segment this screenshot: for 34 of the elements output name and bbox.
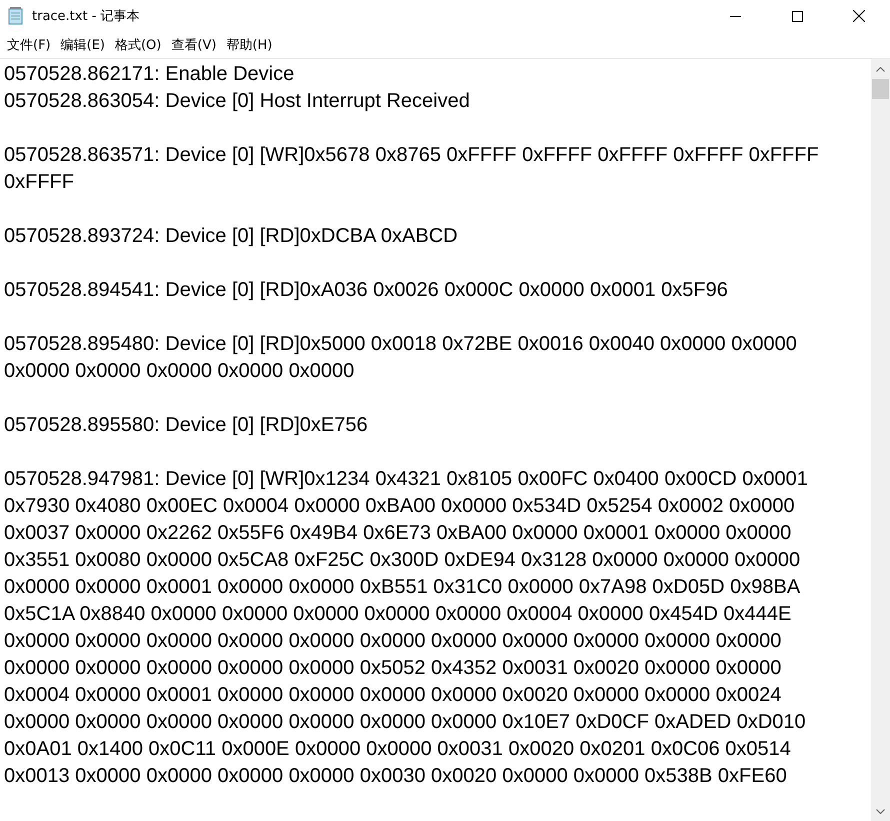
text-line: 0x7930 0x4080 0x00EC 0x0004 0x0000 0xBA00 0x0000 0x534D 0x5254 0x0002 0x0000 — [4, 494, 795, 519]
maximize-icon — [792, 10, 802, 22]
scroll-down-icon[interactable] — [876, 808, 885, 814]
text-line: 0xFFFF — [4, 170, 74, 195]
text-line: 0570528.894541: Device [0] [RD]0xA036 0x0026 0x000C 0x0000 0x0001 0x5F96 — [4, 278, 728, 303]
text-line: 0x0A01 0x1400 0x0C11 0x000E 0x0000 0x0000 0x0031 0x0020 0x0201 0x0C06 0x0514 — [4, 737, 791, 762]
notepad-icon — [8, 7, 24, 25]
text-line: 0570528.863054: Device [0] Host Interrupt Received — [4, 89, 470, 114]
close-icon — [853, 10, 865, 22]
scroll-up-icon[interactable] — [876, 66, 885, 72]
window-title: trace.txt - 记事本 — [32, 8, 141, 25]
text-line: 0570528.895580: Device [0] [RD]0xE756 — [4, 413, 368, 438]
text-line: 0x0004 0x0000 0x0001 0x0000 0x0000 0x0000 0x0000 0x0020 0x0000 0x0000 0x0024 — [4, 683, 782, 708]
text-line: 0x0000 0x0000 0x0000 0x0000 0x0000 0x0000 0x0000 0x0000 0x0000 0x0000 0x0000 — [4, 629, 782, 654]
text-line: 0x0000 0x0000 0x0000 0x0000 0x0000 0x0000 0x0000 0x10E7 0xD0CF 0xADED 0xD010 — [4, 710, 806, 735]
text-line: 0x0000 0x0000 0x0001 0x0000 0x0000 0xB551 0x31C0 0x0000 0x7A98 0xD05D 0x98BA — [4, 575, 800, 600]
menu-item[interactable]: 格式(O) — [110, 34, 166, 56]
text-line: 0x0000 0x0000 0x0000 0x0000 0x0000 0x5052 0x4352 0x0031 0x0020 0x0000 0x0000 — [4, 656, 782, 681]
menu-item[interactable]: 帮助(H) — [221, 34, 278, 56]
text-line: 0570528.862171: Enable Device — [4, 62, 294, 87]
vertical-scrollbar[interactable] — [871, 59, 890, 821]
menu-item[interactable]: 文件(F) — [2, 34, 56, 56]
menu-item[interactable]: 查看(V) — [166, 34, 222, 56]
scrollbar-thumb[interactable] — [872, 79, 889, 99]
text-line: 0x5C1A 0x8840 0x0000 0x0000 0x0000 0x0000 0x0000 0x0004 0x0000 0x454D 0x444E — [4, 602, 792, 627]
text-line: 0570528.893724: Device [0] [RD]0xDCBA 0xABCD — [4, 224, 458, 249]
menu-item[interactable]: 编辑(E) — [56, 34, 110, 56]
text-line: 0570528.947981: Device [0] [WR]0x1234 0x4321 0x8105 0x00FC 0x0400 0x00CD 0x0001 — [4, 467, 808, 492]
text-line: 0570528.895480: Device [0] [RD]0x5000 0x0018 0x72BE 0x0016 0x0040 0x0000 0x0000 — [4, 332, 797, 357]
text-line: 0x0037 0x0000 0x2262 0x55F6 0x49B4 0x6E73 0xBA00 0x0000 0x0001 0x0000 0x0000 — [4, 521, 792, 546]
text-line: 0570528.863571: Device [0] [WR]0x5678 0x8765 0xFFFF 0xFFFF 0xFFFF 0xFFFF 0xFFFF — [4, 143, 819, 168]
text-line: 0x3551 0x0080 0x0000 0x5CA8 0xF25C 0x300D 0xDE94 0x3128 0x0000 0x0000 0x0000 — [4, 548, 800, 573]
text-line: 0x0013 0x0000 0x0000 0x0000 0x0000 0x0030 0x0020 0x0000 0x0000 0x538B 0xFE60 — [4, 764, 787, 789]
text-line: 0x0000 0x0000 0x0000 0x0000 0x0000 — [4, 359, 354, 384]
